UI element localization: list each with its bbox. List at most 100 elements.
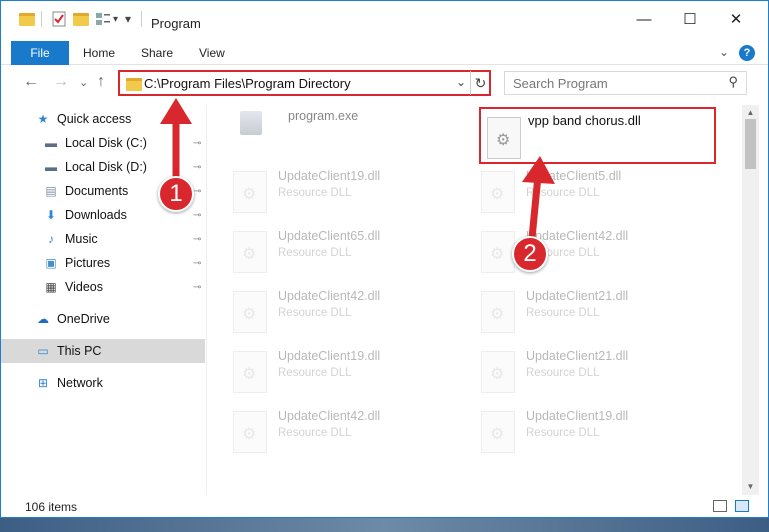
file-item[interactable]: ⚙ UpdateClient19.dll Resource DLL xyxy=(208,165,448,217)
sidebar-item-label: Documents xyxy=(65,184,129,198)
pin-icon[interactable]: ⊸ xyxy=(193,282,201,293)
dll-file-icon: ⚙ xyxy=(233,231,267,273)
file-type: Resource DLL xyxy=(278,307,352,319)
sidebar-item-local-disk-c[interactable]: ▬ Local Disk (C:) ⊸ xyxy=(1,131,205,155)
network-icon: ⊞ xyxy=(37,376,49,390)
recent-locations-button[interactable]: ⌄ xyxy=(79,76,88,89)
search-input[interactable]: Search Program ⚲ xyxy=(504,71,747,95)
refresh-button[interactable]: ↻ xyxy=(470,71,490,95)
sidebar-item-pictures[interactable]: ▣ Pictures ⊸ xyxy=(1,251,205,275)
file-item[interactable]: ⚙ UpdateClient19.dll Resource DLL xyxy=(456,405,696,457)
file-name: UpdateClient42.dll xyxy=(278,289,381,303)
back-button[interactable]: ← xyxy=(23,73,39,91)
sidebar-item-quick-access[interactable]: ★ Quick access xyxy=(35,107,205,131)
close-button[interactable]: ✕ xyxy=(713,1,759,37)
maximize-button[interactable]: ☐ xyxy=(667,1,713,37)
file-name: UpdateClient5.dll xyxy=(526,169,622,183)
file-item[interactable]: ⚙ UpdateClient42.dll Resource DLL xyxy=(208,405,448,457)
file-item[interactable]: ⚙ UpdateClient5.dll Resource DLL xyxy=(456,165,696,217)
sidebar-item-label: Network xyxy=(57,376,103,390)
step-2-badge: 2 xyxy=(512,236,548,272)
file-explorer-window: ▾ ▾ Program — ☐ ✕ File Home Share View ⌄… xyxy=(0,0,769,518)
file-item[interactable]: ⚙ UpdateClient21.dll Resource DLL xyxy=(456,285,696,337)
pin-icon[interactable]: ⊸ xyxy=(193,210,201,221)
sidebar-item-label: Local Disk (D:) xyxy=(65,160,147,174)
file-type: Resource DLL xyxy=(526,367,600,379)
dll-file-icon: ⚙ xyxy=(233,351,267,393)
sidebar-item-videos[interactable]: ▦ Videos ⊸ xyxy=(1,275,205,299)
vertical-scrollbar[interactable]: ▲ ▼ xyxy=(742,105,759,495)
properties-icon[interactable] xyxy=(51,9,67,29)
address-path[interactable]: C:\Program Files\Program Directory xyxy=(144,76,351,91)
file-type: Resource DLL xyxy=(526,187,600,199)
dll-file-icon: ⚙ xyxy=(481,291,515,333)
customize-toolbar-icon[interactable]: ▾ xyxy=(113,9,118,29)
file-item[interactable]: ⚙ UpdateClient21.dll Resource DLL xyxy=(456,345,696,397)
gear-icon: ⚙ xyxy=(242,246,257,263)
tab-view[interactable]: View xyxy=(199,46,225,60)
customize-toolbar-chevron-icon[interactable]: ▾ xyxy=(125,9,131,29)
file-type: Resource DLL xyxy=(526,307,600,319)
pin-icon[interactable]: ⊸ xyxy=(193,162,201,173)
pin-icon[interactable]: ⊸ xyxy=(193,258,201,269)
ribbon-tabs: File Home Share View ⌄ ? xyxy=(1,41,768,65)
up-button[interactable]: ↑ xyxy=(97,73,105,91)
pin-icon[interactable]: ⊸ xyxy=(193,234,201,245)
scroll-thumb[interactable] xyxy=(745,119,756,169)
sidebar-item-label: Downloads xyxy=(65,208,127,222)
dll-file-icon: ⚙ xyxy=(233,411,267,453)
file-item-program-exe[interactable]: program.exe xyxy=(208,105,448,157)
help-icon[interactable]: ? xyxy=(739,45,755,61)
star-icon: ★ xyxy=(37,112,49,126)
music-icon: ♪ xyxy=(48,232,54,246)
drive-icon: ▬ xyxy=(45,160,57,174)
navigation-bar: ← → ⌄ ↑ C:\Program Files\Program Directo… xyxy=(1,67,768,101)
sidebar-item-this-pc[interactable]: ▭ This PC xyxy=(1,339,205,363)
tab-file[interactable]: File xyxy=(11,41,69,65)
sidebar-item-label: Quick access xyxy=(57,112,132,126)
file-name: UpdateClient42.dll xyxy=(278,409,381,423)
executable-icon xyxy=(240,111,262,135)
sidebar-item-network[interactable]: ⊞ Network xyxy=(1,371,205,395)
search-icon[interactable]: ⚲ xyxy=(728,74,738,90)
drive-icon: ▬ xyxy=(45,136,57,150)
sidebar-item-onedrive[interactable]: ☁ OneDrive xyxy=(1,307,205,331)
large-icons-view-icon[interactable] xyxy=(735,500,749,512)
scroll-down-icon[interactable]: ▼ xyxy=(742,479,759,493)
file-item[interactable]: ⚙ UpdateClient42.dll Resource DLL xyxy=(456,225,696,277)
videos-icon: ▦ xyxy=(45,280,57,294)
file-item[interactable]: ⚙ UpdateClient65.dll Resource DLL xyxy=(208,225,448,277)
minimize-button[interactable]: — xyxy=(621,1,667,37)
sidebar-item-label: Music xyxy=(65,232,98,246)
dll-file-icon: ⚙ xyxy=(487,117,521,159)
gear-icon: ⚙ xyxy=(242,186,257,203)
file-type: Resource DLL xyxy=(278,247,352,259)
address-dropdown-button[interactable]: ⌄ xyxy=(456,75,466,89)
navigation-pane: ★ Quick access ▬ Local Disk (C:) ⊸ ▬ Loc… xyxy=(1,105,207,495)
address-bar[interactable]: C:\Program Files\Program Directory ⌄ ↻ xyxy=(118,70,491,96)
sidebar-item-label: OneDrive xyxy=(57,312,110,326)
new-folder-icon[interactable] xyxy=(73,9,89,29)
forward-button[interactable]: → xyxy=(53,73,69,91)
gear-icon: ⚙ xyxy=(242,366,257,383)
status-bar: 106 items xyxy=(1,495,768,517)
tab-home[interactable]: Home xyxy=(83,46,115,60)
pin-icon[interactable]: ⊸ xyxy=(193,138,201,149)
view-options-icon[interactable] xyxy=(95,9,111,29)
details-view-icon[interactable] xyxy=(713,500,727,512)
desktop-background xyxy=(0,518,769,532)
scroll-up-icon[interactable]: ▲ xyxy=(742,105,759,119)
pictures-icon: ▣ xyxy=(45,256,57,270)
sidebar-item-label: Local Disk (C:) xyxy=(65,136,147,150)
collapse-ribbon-icon[interactable]: ⌄ xyxy=(719,45,729,59)
file-item[interactable]: ⚙ UpdateClient42.dll Resource DLL xyxy=(208,285,448,337)
file-item[interactable]: ⚙ UpdateClient19.dll Resource DLL xyxy=(208,345,448,397)
file-name: UpdateClient19.dll xyxy=(278,169,381,183)
pin-icon[interactable]: ⊸ xyxy=(193,186,201,197)
file-item-highlighted[interactable]: ⚙ vpp band chorus.dll xyxy=(479,107,716,164)
sidebar-item-music[interactable]: ♪ Music ⊸ xyxy=(1,227,205,251)
documents-icon: ▤ xyxy=(45,184,57,198)
computer-icon: ▭ xyxy=(37,344,49,358)
cloud-icon: ☁ xyxy=(37,312,49,326)
tab-share[interactable]: Share xyxy=(141,46,173,60)
